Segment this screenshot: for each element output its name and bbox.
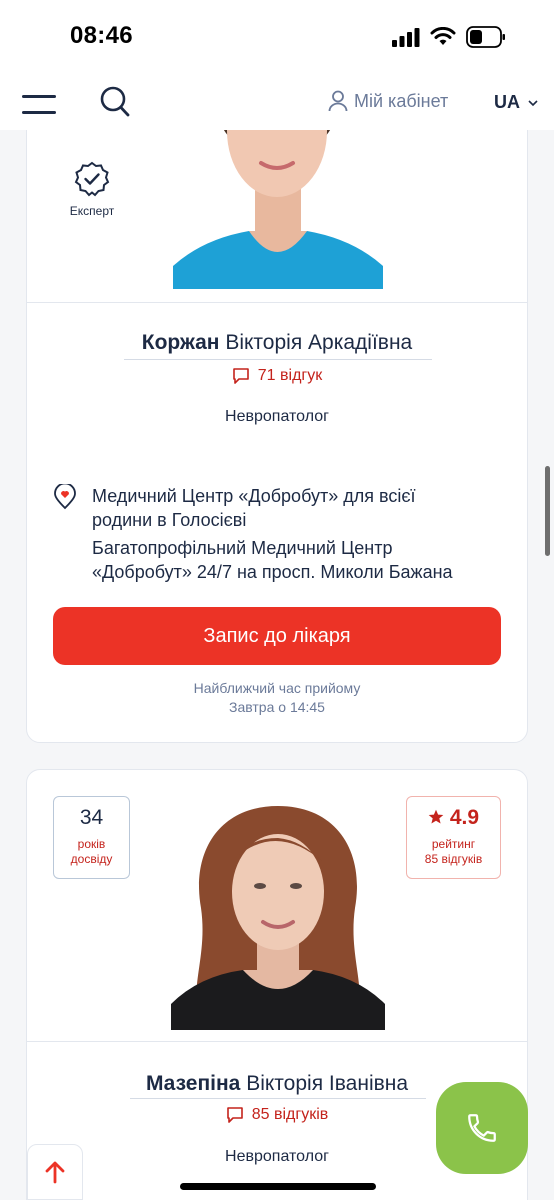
doctor-name[interactable]: Коржан Вікторія Аркадіївна: [27, 331, 527, 355]
battery-icon: [466, 26, 505, 48]
star-icon: [428, 809, 444, 824]
language-selector[interactable]: UA: [494, 92, 538, 113]
call-button[interactable]: [436, 1082, 528, 1174]
user-icon: [328, 90, 348, 112]
scroll-to-top-button[interactable]: [27, 1144, 83, 1200]
experience-badge: 34 років досвіду: [53, 796, 130, 879]
rating-label: рейтинг: [431, 837, 476, 851]
home-indicator[interactable]: [180, 1183, 376, 1190]
book-appointment-button[interactable]: Запис до лікаря: [53, 607, 501, 665]
scrollbar[interactable]: [545, 466, 550, 556]
experience-years: 34: [79, 806, 104, 829]
doctor-photo-area: 34 років досвіду 4.9 рейтинг 85 відгуків: [27, 770, 527, 1042]
nearest-time-value[interactable]: Завтра о 14:45: [27, 699, 527, 715]
doctor-specialty: Невропатолог: [225, 408, 329, 425]
status-icons: [392, 26, 506, 48]
phone-icon: [468, 1114, 496, 1142]
name-underline: [124, 359, 432, 360]
name-underline: [130, 1098, 426, 1099]
expert-badge: Експерт: [67, 161, 117, 218]
doctor-card: Експерт Коржан Вікторія Аркадіївна 71 ві…: [26, 60, 528, 743]
doctor-surname: Коржан: [141, 331, 220, 354]
status-time: 08:46: [70, 22, 133, 49]
my-cabinet-link[interactable]: Мій кабінет: [328, 90, 448, 112]
wifi-icon: [430, 27, 456, 45]
doctor-surname: Мазепіна: [145, 1072, 241, 1095]
rating-value: 4.9: [449, 806, 480, 829]
reviews-count: 71 відгук: [257, 367, 323, 384]
rating-reviews: 85 відгуків: [424, 852, 483, 866]
clinic-line: Медичний Центр «Добробут» для всієї: [92, 486, 416, 506]
doctor-given-names: Вікторія Іванівна: [246, 1072, 409, 1095]
language-label: UA: [494, 92, 520, 112]
signal-icon: [392, 28, 420, 47]
menu-icon[interactable]: [22, 93, 56, 115]
reviews-link[interactable]: 71 відгук: [27, 367, 527, 385]
reviews-count: 85 відгуків: [251, 1106, 329, 1123]
clinic-line: родини в Голосієві: [92, 510, 247, 530]
experience-label: років: [77, 837, 106, 851]
comment-icon: [232, 368, 249, 384]
clinic-line: «Добробут» 24/7 на просп. Миколи Бажана: [92, 562, 453, 582]
status-bar: 08:46: [0, 0, 554, 76]
doctor-given-names: Вікторія Аркадіївна: [225, 331, 413, 354]
experience-label: досвіду: [70, 852, 113, 866]
nearest-time-label: Найближчий час прийому: [193, 680, 361, 696]
clinic-name[interactable]: Медичний Центр «Добробут» для всієї роди…: [92, 484, 512, 532]
clinic-name[interactable]: Багатопрофільний Медичний Центр «Добробу…: [92, 536, 512, 584]
my-cabinet-label: Мій кабінет: [354, 90, 449, 111]
doctor-photo[interactable]: [171, 804, 385, 1030]
verified-badge-icon: [74, 161, 110, 197]
chevron-down-icon: [528, 99, 538, 106]
search-icon[interactable]: [100, 86, 130, 123]
arrow-up-icon: [45, 1161, 65, 1184]
clinic-line: Багатопрофільний Медичний Центр: [92, 538, 393, 558]
comment-icon: [226, 1107, 243, 1123]
top-navbar: Мій кабінет UA: [0, 76, 554, 130]
rating-badge: 4.9 рейтинг 85 відгуків: [406, 796, 501, 879]
expert-label: Експерт: [69, 204, 115, 218]
location-pin-icon: [54, 484, 76, 510]
rating-value-row: 4.9: [407, 806, 500, 830]
